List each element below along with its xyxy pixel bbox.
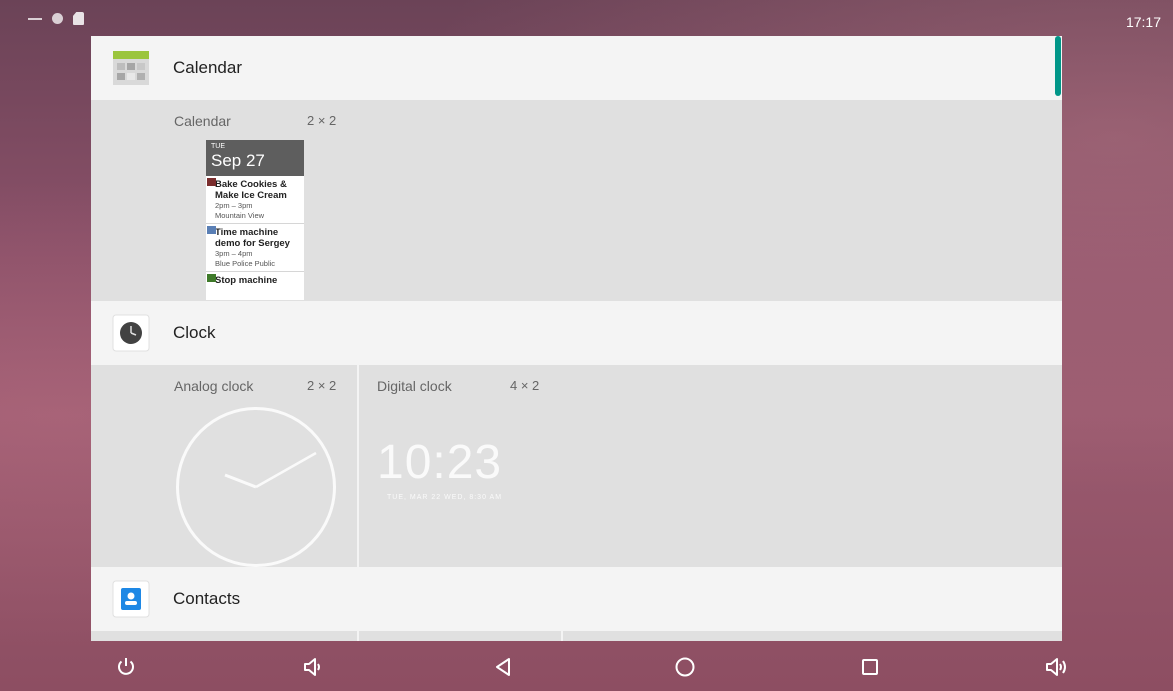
navigation-bar <box>0 641 1173 691</box>
volume-up-icon[interactable] <box>1043 654 1069 680</box>
event-title: Time machine demo for Sergey <box>215 227 290 249</box>
circle-notification-icon <box>52 13 63 24</box>
event-title: Stop machine <box>215 275 278 286</box>
analog-clock-face <box>176 407 336 567</box>
widget-list[interactable]: Calendar Calendar 2 × 2 TUE Sep 27 Bake … <box>91 36 1062 641</box>
app-header-clock: Clock <box>91 301 1062 365</box>
status-time: 17:17 <box>1125 14 1161 30</box>
calendar-app-icon <box>113 51 149 85</box>
cell-divider <box>357 631 359 641</box>
event-place: Mountain View <box>215 211 265 220</box>
event-color-swatch <box>207 274 216 282</box>
event-time: 2pm – 3pm <box>215 201 253 210</box>
calendar-widget-preview: TUE Sep 27 Bake Cookies & Make Ice Cream… <box>206 140 304 300</box>
app-header-contacts: Contacts <box>91 567 1062 631</box>
cell-divider <box>561 631 563 641</box>
calendar-event: Time machine demo for Sergey 3pm – 4pm B… <box>206 224 304 272</box>
clock-hands-icon <box>224 451 317 489</box>
calendar-date: Sep 27 <box>211 151 265 170</box>
widget-row-calendar: Calendar 2 × 2 TUE Sep 27 Bake Cookies &… <box>91 100 1062 301</box>
digital-clock-time: 10:23 <box>377 436 503 489</box>
widget-name: Digital clock <box>377 378 452 394</box>
recents-icon[interactable] <box>857 654 883 680</box>
digital-clock-subtitle: TUE, MAR 22 WED, 8:30 AM <box>387 494 503 501</box>
widget-name: Calendar <box>174 113 231 129</box>
calendar-event: Stop machine <box>206 272 304 288</box>
status-bar: 17:17 <box>0 0 1173 36</box>
clock-app-icon <box>112 314 150 352</box>
power-icon[interactable] <box>113 654 139 680</box>
volume-down-icon[interactable] <box>299 654 325 680</box>
event-title: Bake Cookies & Make Ice Cream <box>215 179 287 201</box>
home-icon[interactable] <box>672 654 698 680</box>
event-time: 3pm – 4pm <box>215 249 253 258</box>
scrollbar-thumb[interactable] <box>1055 36 1061 96</box>
app-header-calendar: Calendar <box>91 36 1062 100</box>
app-title-calendar: Calendar <box>173 58 242 77</box>
event-place: Blue Police Public <box>215 259 276 268</box>
widget-row-contacts <box>91 631 1062 641</box>
widget-size: 2 × 2 <box>307 113 337 128</box>
calendar-preview-header: TUE Sep 27 <box>206 140 304 176</box>
sd-card-icon <box>73 12 84 25</box>
event-color-swatch <box>207 226 216 234</box>
widget-name: Analog clock <box>174 378 254 394</box>
minus-icon <box>28 17 42 20</box>
app-title-clock: Clock <box>173 323 216 342</box>
back-icon[interactable] <box>490 654 516 680</box>
event-color-swatch <box>207 178 216 186</box>
contacts-app-icon <box>112 580 150 618</box>
widget-analog-clock[interactable]: Analog clock 2 × 2 <box>91 365 357 567</box>
app-title-contacts: Contacts <box>173 589 241 608</box>
calendar-event: Bake Cookies & Make Ice Cream 2pm – 3pm … <box>206 176 304 224</box>
widget-calendar[interactable]: Calendar 2 × 2 TUE Sep 27 Bake Cookies &… <box>91 100 359 301</box>
widget-size: 2 × 2 <box>307 378 337 393</box>
widget-row-clock: Analog clock 2 × 2 Digital clock 4 × 2 1… <box>91 365 1062 567</box>
widget-size: 4 × 2 <box>510 378 540 393</box>
calendar-day-of-week: TUE <box>211 143 225 150</box>
